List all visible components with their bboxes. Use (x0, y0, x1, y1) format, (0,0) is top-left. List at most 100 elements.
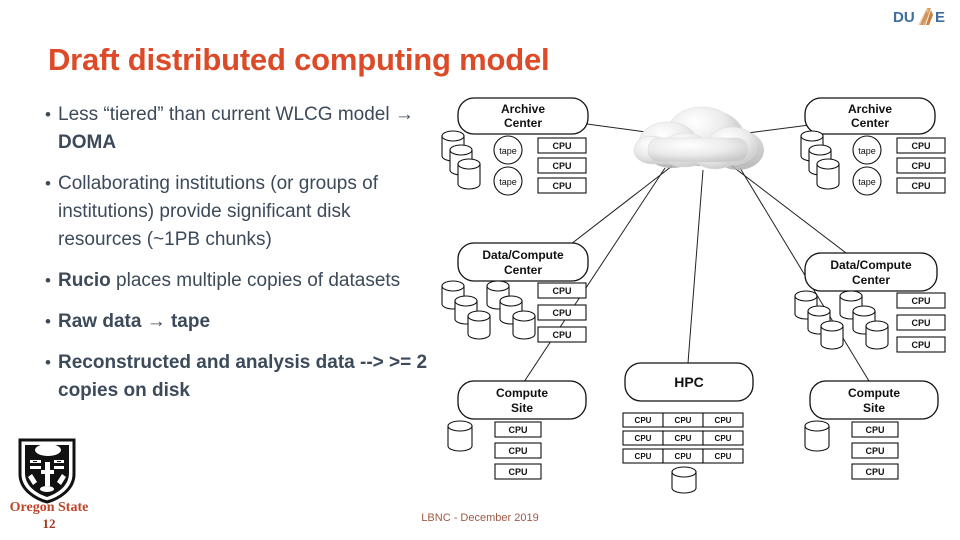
cpu-icon: CPU (494, 442, 542, 459)
cpu-label: CPU (715, 452, 732, 461)
cpu-label: CPU (635, 416, 652, 425)
bullet-marker-icon: • (45, 174, 51, 193)
cpu-icon: CPU (896, 157, 946, 174)
cpu-group: CPU CPU CPU (896, 292, 946, 353)
cpu-label: CPU (552, 286, 571, 296)
cpu-label: CPU (911, 318, 930, 328)
cpu-label: CPU (911, 340, 930, 350)
cpu-icon: CPU (896, 314, 946, 331)
tape-icon: tape (493, 166, 523, 196)
cpu-icon: CPU (702, 412, 744, 428)
cpu-label: CPU (508, 467, 527, 477)
cpu-icon: CPU (662, 448, 704, 464)
page-title: Draft distributed computing model (48, 42, 550, 77)
list-item: • Reconstructed and analysis data --> >=… (38, 349, 438, 405)
node-datacompute-right: Data/Compute Center CPU CPU CPU (794, 252, 946, 353)
cpu-label: CPU (552, 161, 571, 171)
cpu-icon: CPU (622, 448, 664, 464)
cpu-label: CPU (675, 452, 692, 461)
cpu-label: CPU (552, 181, 571, 191)
cpu-group: CPU CPU CPU (537, 282, 587, 343)
disk-icon (457, 158, 481, 190)
node-label-line2: Site (863, 401, 885, 415)
cpu-icon: CPU (537, 157, 587, 174)
node-label-line2: Site (511, 401, 533, 415)
cpu-label: CPU (552, 141, 571, 151)
disk-icon (512, 310, 536, 340)
cpu-grid: CPU CPU CPU CPU CPU CPU CPU CPU CPU (622, 412, 744, 464)
cpu-icon: CPU (896, 336, 946, 353)
cpu-icon: CPU (494, 421, 542, 438)
disk-stack (441, 280, 536, 340)
cpu-label: CPU (865, 425, 884, 435)
disk-stack (800, 130, 840, 190)
bullet-marker-icon: • (45, 105, 51, 124)
cpu-icon: CPU (851, 421, 899, 438)
disk-icon (467, 310, 491, 340)
cpu-icon: CPU (702, 448, 744, 464)
disk-icon (671, 466, 697, 494)
disk-stack (441, 130, 481, 190)
cpu-icon: CPU (896, 292, 946, 309)
cpu-icon: CPU (537, 137, 587, 154)
node-label-line1: Data/Compute (482, 248, 564, 262)
node-label-line1: HPC (674, 374, 704, 390)
node-archive-left: Archive Center tape tape CPU CPU CPU (441, 97, 589, 196)
disk-stack (794, 290, 889, 350)
list-item: • Rucio places multiple copies of datase… (38, 267, 438, 295)
distributed-computing-diagram: Archive Center tape tape CPU CPU CPU Arc… (420, 88, 960, 498)
disk-icon (820, 320, 844, 350)
cpu-icon: CPU (662, 412, 704, 428)
bullet-text: Rucio places multiple copies of datasets (58, 270, 401, 291)
bullet-marker-icon: • (45, 271, 51, 290)
tape-label: tape (858, 146, 876, 156)
dune-logo: DU E (893, 7, 951, 27)
tape-label: tape (858, 177, 876, 187)
cpu-icon: CPU (622, 412, 664, 428)
node-label-line2: Center (852, 273, 890, 287)
cpu-label: CPU (635, 452, 652, 461)
tape-group: tape tape (493, 135, 523, 196)
bullet-text: Collaborating institutions (or groups of… (58, 173, 379, 250)
cpu-icon: CPU (851, 463, 899, 480)
cpu-label: CPU (675, 416, 692, 425)
cpu-icon: CPU (896, 177, 946, 194)
dune-logo-text-du: DU (893, 9, 915, 26)
tape-label: tape (499, 146, 517, 156)
disk-icon (816, 158, 840, 190)
node-label-line1: Archive (501, 102, 545, 116)
dune-logo-mark (918, 8, 933, 25)
cpu-group: CPU CPU CPU (896, 137, 946, 194)
cpu-icon: CPU (622, 430, 664, 446)
cpu-label: CPU (508, 446, 527, 456)
cpu-icon: CPU (851, 442, 899, 459)
node-label-line1: Data/Compute (830, 258, 912, 272)
cpu-label: CPU (715, 434, 732, 443)
node-datacompute-left: Data/Compute Center CPU CPU CPU (441, 242, 589, 343)
cpu-group: CPU CPU CPU (851, 421, 899, 480)
cpu-label: CPU (865, 446, 884, 456)
cpu-icon: CPU (896, 137, 946, 154)
bullet-marker-icon: • (45, 353, 51, 372)
node-compute-right: Compute Site CPU CPU CPU (804, 380, 939, 480)
cpu-label: CPU (911, 296, 930, 306)
cpu-icon: CPU (494, 463, 542, 480)
cpu-group: CPU CPU CPU (537, 137, 587, 194)
list-item: • Collaborating institutions (or groups … (38, 170, 438, 254)
connector-hpc (687, 169, 704, 364)
cpu-label: CPU (552, 308, 571, 318)
cpu-label: CPU (911, 161, 930, 171)
cpu-label: CPU (635, 434, 652, 443)
tape-icon: tape (852, 135, 882, 165)
tape-label: tape (499, 177, 517, 187)
node-label-line2: Center (504, 263, 542, 277)
disk-icon (804, 420, 830, 452)
node-label-line2: Center (851, 116, 889, 130)
tape-group: tape tape (852, 135, 882, 196)
node-hpc: HPC CPU CPU CPU CPU CPU CPU CPU CPU CPU (622, 362, 754, 494)
bullet-list: • Less “tiered” than current WLCG model … (38, 101, 438, 418)
tape-icon: tape (852, 166, 882, 196)
node-archive-right: Archive Center tape tape CPU CPU CPU (800, 97, 946, 196)
cpu-label: CPU (911, 181, 930, 191)
bullet-marker-icon: • (45, 312, 51, 331)
